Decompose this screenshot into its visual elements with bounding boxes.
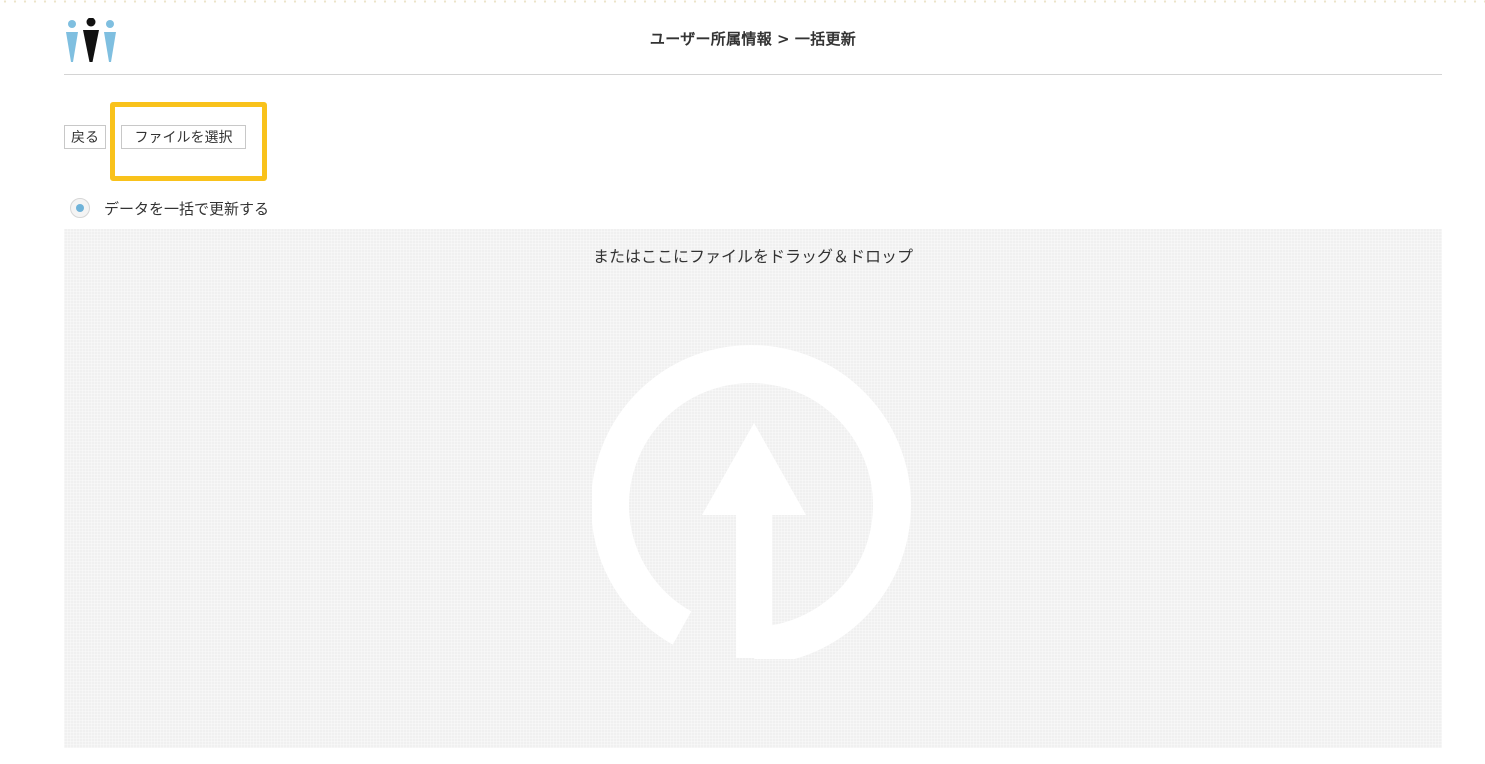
breadcrumb-separator: > <box>777 30 790 48</box>
bulk-update-radio[interactable] <box>70 198 90 218</box>
choose-file-button[interactable]: ファイルを選択 <box>121 125 246 149</box>
top-dotted-border <box>0 0 1485 3</box>
radio-selected-dot <box>76 204 84 212</box>
upload-arrow-icon <box>592 345 911 659</box>
page-header: ユーザー所属情報 > 一括更新 <box>64 14 1442 75</box>
bulk-update-label: データを一括で更新する <box>104 199 270 218</box>
breadcrumb-parent: ユーザー所属情報 <box>649 30 773 48</box>
page-title: ユーザー所属情報 > 一括更新 <box>64 28 1442 49</box>
file-dropzone[interactable]: またはここにファイルをドラッグ＆ドロップ <box>64 229 1442 748</box>
bulk-update-option[interactable]: データを一括で更新する <box>70 196 269 220</box>
breadcrumb-current: 一括更新 <box>794 30 857 48</box>
dropzone-text: またはここにファイルをドラッグ＆ドロップ <box>592 247 913 266</box>
back-button[interactable]: 戻る <box>64 125 106 149</box>
